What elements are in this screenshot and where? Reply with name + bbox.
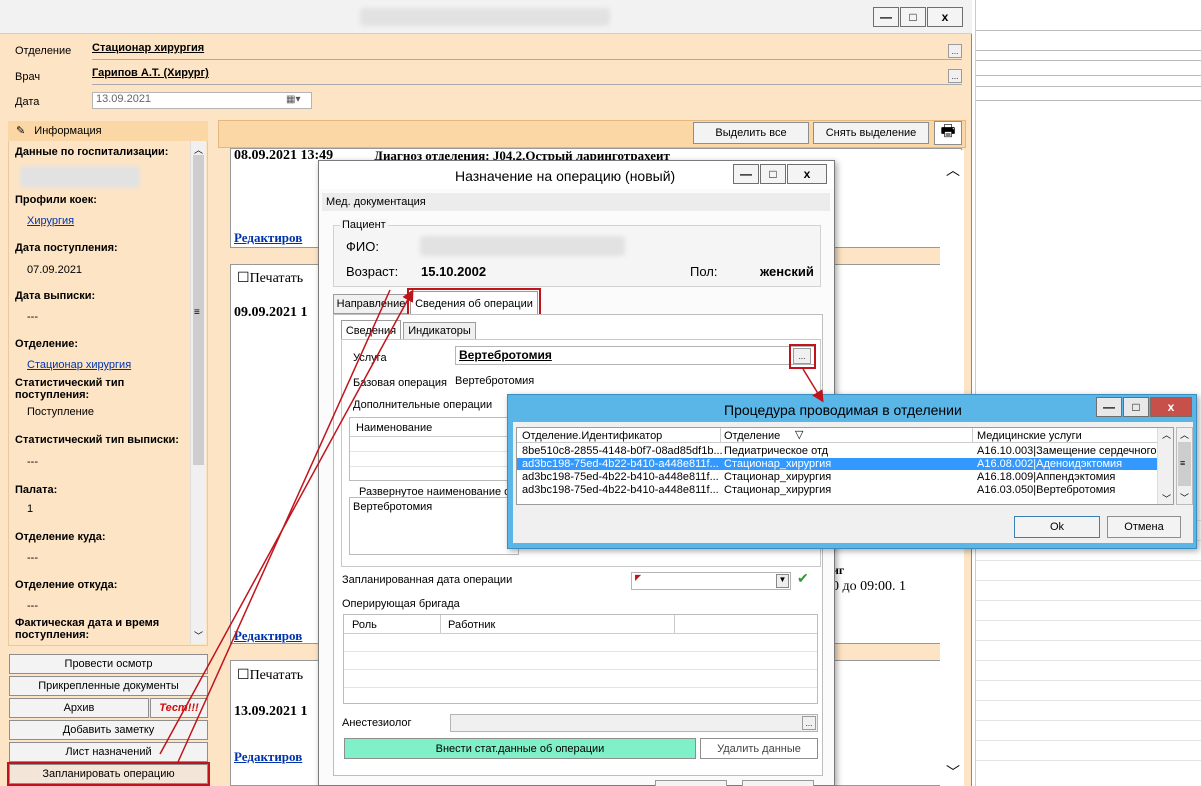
arrow-ellipsis-to-dialog bbox=[802, 368, 824, 403]
annotation-arrows bbox=[159, 289, 824, 763]
arrow-tab-to-prescriptions bbox=[177, 289, 391, 763]
